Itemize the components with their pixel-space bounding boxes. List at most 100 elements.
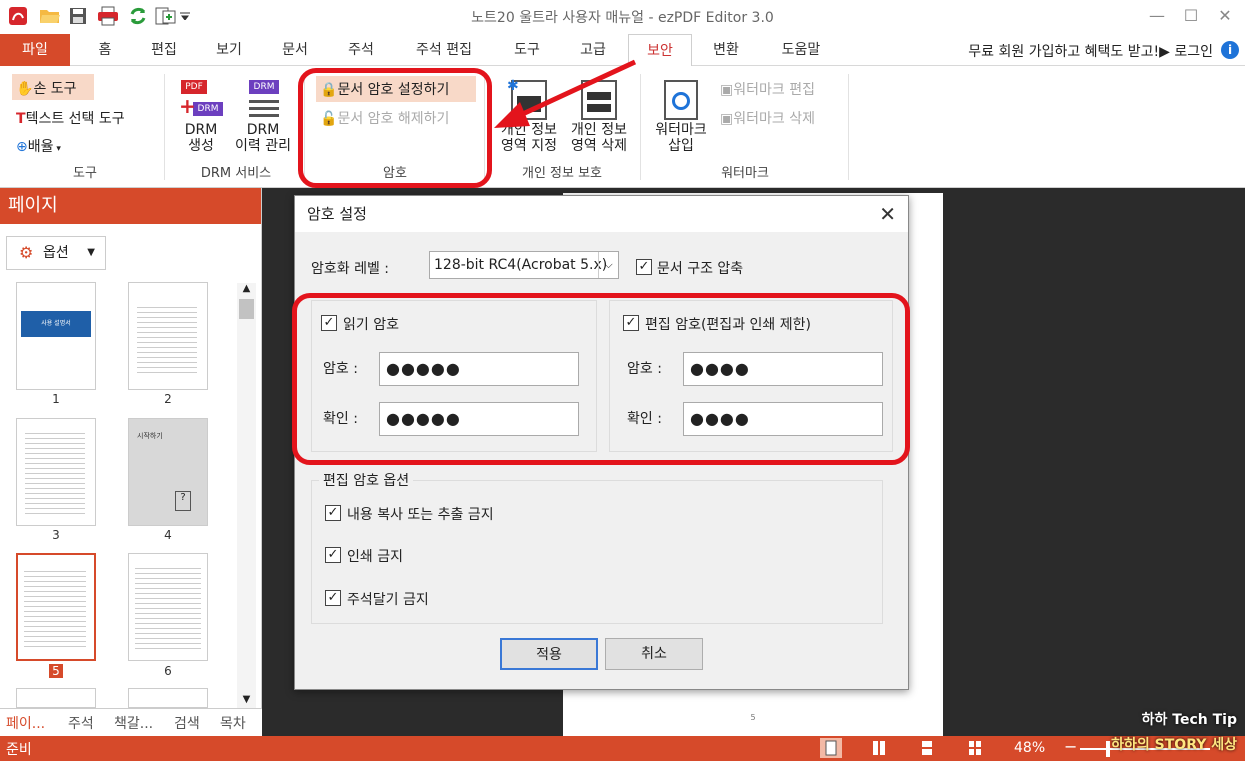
watermark-edit-button[interactable]: ▣워터마크 편집 (720, 79, 815, 99)
no-print-checkbox[interactable]: ✓ (325, 547, 341, 563)
tab-annotation-edit[interactable]: 주석 편집 (404, 34, 484, 66)
drm-create-button[interactable]: PDF DRM + DRM 생성 (176, 78, 226, 154)
info-icon[interactable]: i (1221, 41, 1239, 59)
page-number-label: 3 (52, 528, 60, 542)
drm-create-icon: PDF DRM + (179, 78, 223, 122)
tab-annotations[interactable]: 주석 (68, 713, 94, 733)
tab-file[interactable]: 파일 (0, 34, 70, 66)
ribbon-separator (640, 74, 641, 180)
drm-create-label-2: 생성 (188, 138, 214, 154)
page-number-label: 4 (164, 528, 172, 542)
tab-convert[interactable]: 변환 (704, 34, 748, 66)
watermark-insert-label-1: 워터마크 (655, 122, 707, 138)
no-copy-checkbox[interactable]: ✓ (325, 505, 341, 521)
options-button[interactable]: ⚙ 옵션 ▼ (6, 236, 106, 270)
no-copy-label: 내용 복사 또는 추출 금지 (347, 507, 494, 523)
text-cursor-icon: T (16, 111, 26, 127)
continuous-view-icon[interactable] (868, 738, 890, 758)
scroll-down-icon[interactable]: ▼ (238, 694, 255, 708)
hand-icon: ✋ (16, 81, 34, 97)
group-label-drm: DRM 서비스 (200, 166, 272, 181)
facing-view-icon[interactable] (964, 738, 986, 758)
hand-tool-button[interactable]: ✋손 도구 (16, 78, 77, 98)
page-thumbnail[interactable] (16, 418, 96, 526)
no-print-label: 인쇄 금지 (347, 549, 403, 565)
text-select-tool-button[interactable]: T텍스트 선택 도구 (16, 108, 125, 128)
privacy-delete-label-2: 영역 삭제 (571, 138, 627, 154)
watermark-delete-button[interactable]: ▣워터마크 삭제 (720, 108, 815, 128)
cancel-button[interactable]: 취소 (605, 638, 703, 670)
drm-create-label-1: DRM (184, 122, 218, 138)
scroll-up-icon[interactable]: ▲ (238, 283, 255, 297)
page-number-label: 1 (52, 392, 60, 406)
dialog-title: 암호 설정 (295, 196, 908, 232)
status-bar: 준비 48% − (0, 736, 1245, 761)
annotation-highlight-box (292, 293, 910, 465)
tab-annotation[interactable]: 주석 (340, 34, 382, 66)
signup-login-link[interactable]: 무료 회원 가입하고 혜택도 받고!▶ 로그인 (968, 41, 1213, 61)
panel-bottom-tabs: 페이... 주석 책갈... 검색 목차 (0, 708, 262, 736)
drm-history-label-2: 이력 관리 (235, 138, 291, 154)
annotation-highlight-box (298, 68, 492, 188)
no-annotate-label: 주석달기 금지 (347, 592, 429, 608)
zoom-icon: ⊕ (16, 139, 28, 155)
status-text: 준비 (6, 742, 32, 758)
window-title: 노트20 울트라 사용자 매뉴얼 - ezPDF Editor 3.0 (471, 10, 774, 26)
single-page-view-icon[interactable] (820, 738, 842, 758)
tab-home[interactable]: 홈 (88, 34, 122, 66)
compress-checkbox[interactable]: ✓ (636, 259, 652, 275)
ribbon-separator (164, 74, 165, 180)
watermark-text-1: 하하 Tech Tip (1141, 712, 1237, 728)
page-thumbnail[interactable]: 사용 설명서 (16, 282, 96, 390)
scrollbar-thumb[interactable] (239, 299, 254, 319)
ribbon-separator (848, 74, 849, 180)
compress-label: 문서 구조 압축 (657, 261, 744, 277)
tab-pages[interactable]: 페이... (6, 713, 45, 733)
tab-search[interactable]: 검색 (174, 713, 200, 733)
zoom-slider-thumb[interactable] (1106, 741, 1110, 757)
tab-toc[interactable]: 목차 (220, 713, 246, 733)
watermark-insert-icon (664, 80, 698, 120)
thumbnail-scrollbar[interactable]: ▲ ▼ (237, 283, 256, 708)
tab-document[interactable]: 문서 (274, 34, 316, 66)
page-thumbnail[interactable]: 시작하기 ? (128, 418, 208, 526)
tab-view[interactable]: 보기 (208, 34, 250, 66)
page-thumbnail[interactable] (128, 282, 208, 390)
maximize-icon[interactable]: ☐ (1176, 6, 1206, 28)
privacy-specify-label-2: 영역 지정 (501, 138, 557, 154)
page-thumbnail-selected[interactable] (16, 553, 96, 661)
watermark-delete-label: 워터마크 삭제 (733, 111, 815, 127)
page-thumbnail[interactable] (128, 688, 208, 708)
watermark-insert-button[interactable]: 워터마크 삽입 (648, 78, 714, 154)
options-label: 옵션 (43, 245, 69, 261)
annotation-arrow-icon (494, 59, 637, 128)
gear-icon: ⚙ (19, 243, 34, 262)
apply-button[interactable]: 적용 (500, 638, 598, 670)
close-window-icon[interactable]: ✕ (1210, 6, 1240, 28)
zoom-level: 48% (1014, 740, 1046, 756)
drm-history-button[interactable]: DRM DRM 이력 관리 (228, 78, 298, 154)
zoom-button[interactable]: ⊕배율 ▾ (16, 136, 61, 156)
drm-history-icon: DRM (241, 78, 285, 122)
tab-edit[interactable]: 편집 (144, 34, 184, 66)
zoom-out-icon[interactable]: − (1064, 737, 1077, 756)
page-thumbnail[interactable] (16, 688, 96, 708)
watermark-text-2: 하하의 STORY 세상 (1111, 737, 1237, 753)
encryption-level-select[interactable]: 128-bit RC4(Acrobat 5.x) ⌵ (429, 251, 619, 279)
dialog-close-icon[interactable]: ✕ (879, 202, 896, 226)
watermark-delete-icon: ▣ (720, 111, 734, 127)
title-bar: 노트20 울트라 사용자 매뉴얼 - ezPDF Editor 3.0 — ☐ … (0, 0, 1245, 34)
edit-options-title: 편집 암호 옵션 (319, 470, 414, 490)
chevron-down-icon: ▼ (87, 247, 95, 258)
zoom-label: 배율 (27, 139, 54, 155)
group-label-tools: 도구 (73, 166, 97, 181)
tab-bookmarks[interactable]: 책갈... (114, 713, 153, 733)
watermark-edit-label: 워터마크 편집 (733, 82, 815, 98)
no-annotate-checkbox[interactable]: ✓ (325, 590, 341, 606)
hand-tool-label: 손 도구 (33, 81, 77, 97)
drm-history-label-1: DRM (246, 122, 280, 138)
minimize-icon[interactable]: — (1142, 6, 1172, 28)
tab-help[interactable]: 도움말 (772, 34, 830, 66)
page-thumbnail[interactable] (128, 553, 208, 661)
scroll-view-icon[interactable] (916, 738, 938, 758)
